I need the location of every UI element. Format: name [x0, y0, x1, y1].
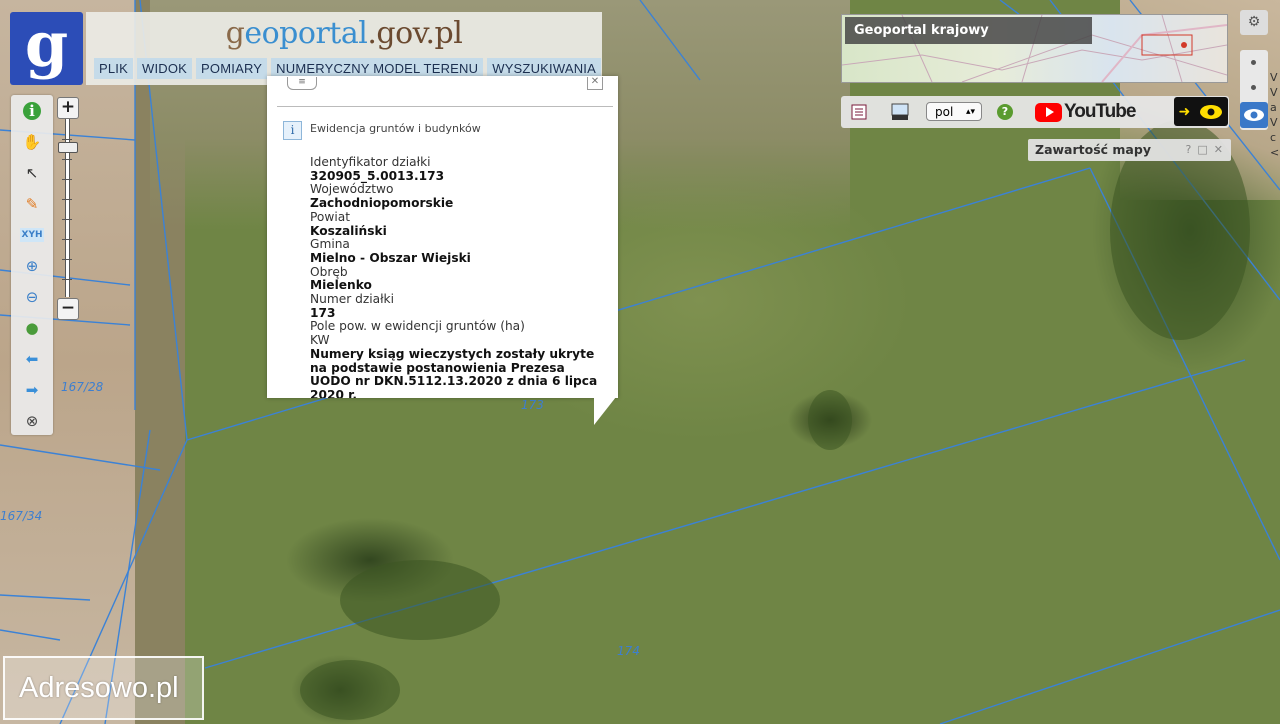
zoom-in-button[interactable]: + [57, 97, 79, 119]
watermark: Adresowo.pl [3, 656, 204, 720]
field-value: Mielno - Obszar Wiejski [310, 250, 471, 265]
language-select[interactable]: pol ▴▾ [926, 102, 982, 121]
edge-char: V [1270, 116, 1278, 129]
parcel-line [639, 0, 701, 81]
edge-char: a [1270, 101, 1277, 114]
field-value: Zachodniopomorskie [310, 196, 454, 211]
maximize-button[interactable]: □ [1197, 143, 1207, 156]
legend-icon[interactable] [850, 103, 868, 121]
info-icon: i [283, 121, 302, 140]
field-label: Numer działki [310, 292, 394, 307]
layer-name: Ewidencja gruntów i budynków [310, 122, 481, 135]
edge-char: V [1270, 71, 1278, 84]
site-title-part: eoportal [244, 16, 368, 51]
eye-view-button[interactable] [1240, 102, 1268, 128]
layer-mode-bar [1240, 50, 1268, 130]
parcel-label: 167/28 [61, 380, 104, 394]
close-button[interactable]: ✕ [1214, 143, 1223, 156]
select-arrow-icon[interactable]: ↖ [20, 161, 44, 185]
wms-icon[interactable] [891, 103, 909, 121]
site-title-part: .gov.pl [367, 16, 463, 51]
parcel-line [0, 629, 61, 641]
field-label: Powiat [310, 209, 350, 224]
site-title-part: g [225, 16, 245, 51]
tree-cluster [340, 560, 500, 640]
parcel-line [0, 594, 91, 601]
attribute-list: Identyfikator działki 320905_5.0013.173 Wo… [310, 155, 600, 398]
dot-icon[interactable] [1251, 60, 1256, 65]
field-value: Mielenko [310, 278, 372, 293]
menu-widok[interactable]: WIDOK [136, 58, 193, 79]
map-content-title: Zawartość mapy [1035, 142, 1151, 157]
tree-cluster [300, 660, 400, 720]
field-value: 320905_5.0013.173 [310, 168, 445, 183]
menu-pomiary[interactable]: POMIARY [196, 58, 268, 79]
tools-toolbar: i ✋ ↖ ✎ XYH ⊕ ⊖ ● ⬅ ➡ ⊗ [11, 95, 53, 435]
accessibility-button[interactable]: ➜ [1174, 97, 1228, 126]
watermark-text: Adresowo.pl [19, 672, 179, 704]
settings-gear-icon[interactable]: ⚙ [1240, 10, 1268, 35]
menu-plik[interactable]: PLIK [94, 58, 133, 79]
zoom-slider[interactable]: + − [56, 95, 79, 321]
youtube-label: YouTube [1064, 101, 1136, 122]
geoportal-logo[interactable]: g [10, 12, 83, 85]
field-label: Pole pow. w ewidencji gruntów (ha) [310, 319, 525, 334]
top-toolstrip: pol ▴▾ ? YouTube ➜ [841, 96, 1229, 128]
zoom-in-icon[interactable]: ⊕ [20, 254, 44, 278]
parcel-label: 173 [521, 398, 544, 412]
field-value: Numery ksiąg wieczystych zostały ukryte … [310, 346, 598, 398]
youtube-play-icon [1035, 102, 1062, 122]
popup-header: ≡ ✕ [277, 76, 613, 107]
logo-letter: g [24, 7, 69, 81]
map-content-panel[interactable]: Zawartość mapy ? □ ✕ [1028, 139, 1231, 161]
info-icon[interactable]: i [23, 102, 41, 120]
popup-pointer [594, 397, 616, 425]
field-label: Województwo [310, 182, 394, 197]
zoom-out-icon[interactable]: ⊖ [20, 285, 44, 309]
field-label: Gmina [310, 237, 350, 252]
overview-minimap[interactable]: Geoportal krajowy [841, 14, 1228, 83]
select-arrows-icon: ▴▾ [965, 107, 975, 117]
field-label: Obręb [310, 264, 348, 279]
back-arrow-icon[interactable]: ⬅ [20, 347, 44, 371]
parcel-label: 174 [617, 644, 640, 658]
eye-icon [1200, 104, 1223, 119]
parcel-label: 167/34 [0, 509, 43, 523]
xyh-icon[interactable]: XYH [20, 228, 44, 242]
right-edge-text: V V a V c < [1270, 70, 1280, 160]
language-value: pol [935, 105, 954, 119]
field-label: KW [310, 333, 330, 348]
header-bar: geoportal.gov.pl PLIK WIDOK POMIARY NUME… [86, 12, 602, 85]
youtube-link[interactable]: YouTube [1035, 100, 1136, 124]
panel-buttons: ? □ ✕ [1186, 143, 1223, 156]
popup-close-button[interactable]: ✕ [587, 77, 603, 90]
field-label: Identyfikator działki [310, 155, 431, 169]
reset-icon[interactable]: ⊗ [20, 409, 44, 433]
edge-char: V [1270, 86, 1278, 99]
globe-icon[interactable]: ● [20, 316, 44, 340]
pencil-icon[interactable]: ✎ [20, 192, 44, 216]
parcel-line [939, 609, 1280, 724]
field-value: Koszaliński [310, 223, 387, 238]
edge-char: c [1270, 131, 1277, 144]
feature-info-popup: ≡ ✕ i Ewidencja gruntów i budynków Ident… [267, 76, 618, 398]
help-button[interactable]: ? [1186, 143, 1192, 156]
hand-pan-icon[interactable]: ✋ [20, 130, 44, 154]
site-title: geoportal.gov.pl [86, 16, 602, 51]
dot-icon[interactable] [1251, 85, 1256, 90]
help-icon[interactable]: ? [997, 104, 1013, 120]
zoom-out-button[interactable]: − [57, 298, 79, 320]
minimap-title: Geoportal krajowy [845, 17, 1092, 44]
tree-cluster [808, 390, 852, 450]
field-value: 173 [310, 305, 336, 320]
popup-list-button[interactable]: ≡ [287, 77, 317, 90]
zoom-handle[interactable] [58, 142, 78, 153]
forward-arrow-icon[interactable]: ➡ [20, 378, 44, 402]
arrow-right-icon: ➜ [1178, 103, 1191, 120]
parcel-line [0, 444, 161, 471]
eye-icon [1244, 109, 1264, 121]
edge-char: < [1270, 146, 1280, 159]
